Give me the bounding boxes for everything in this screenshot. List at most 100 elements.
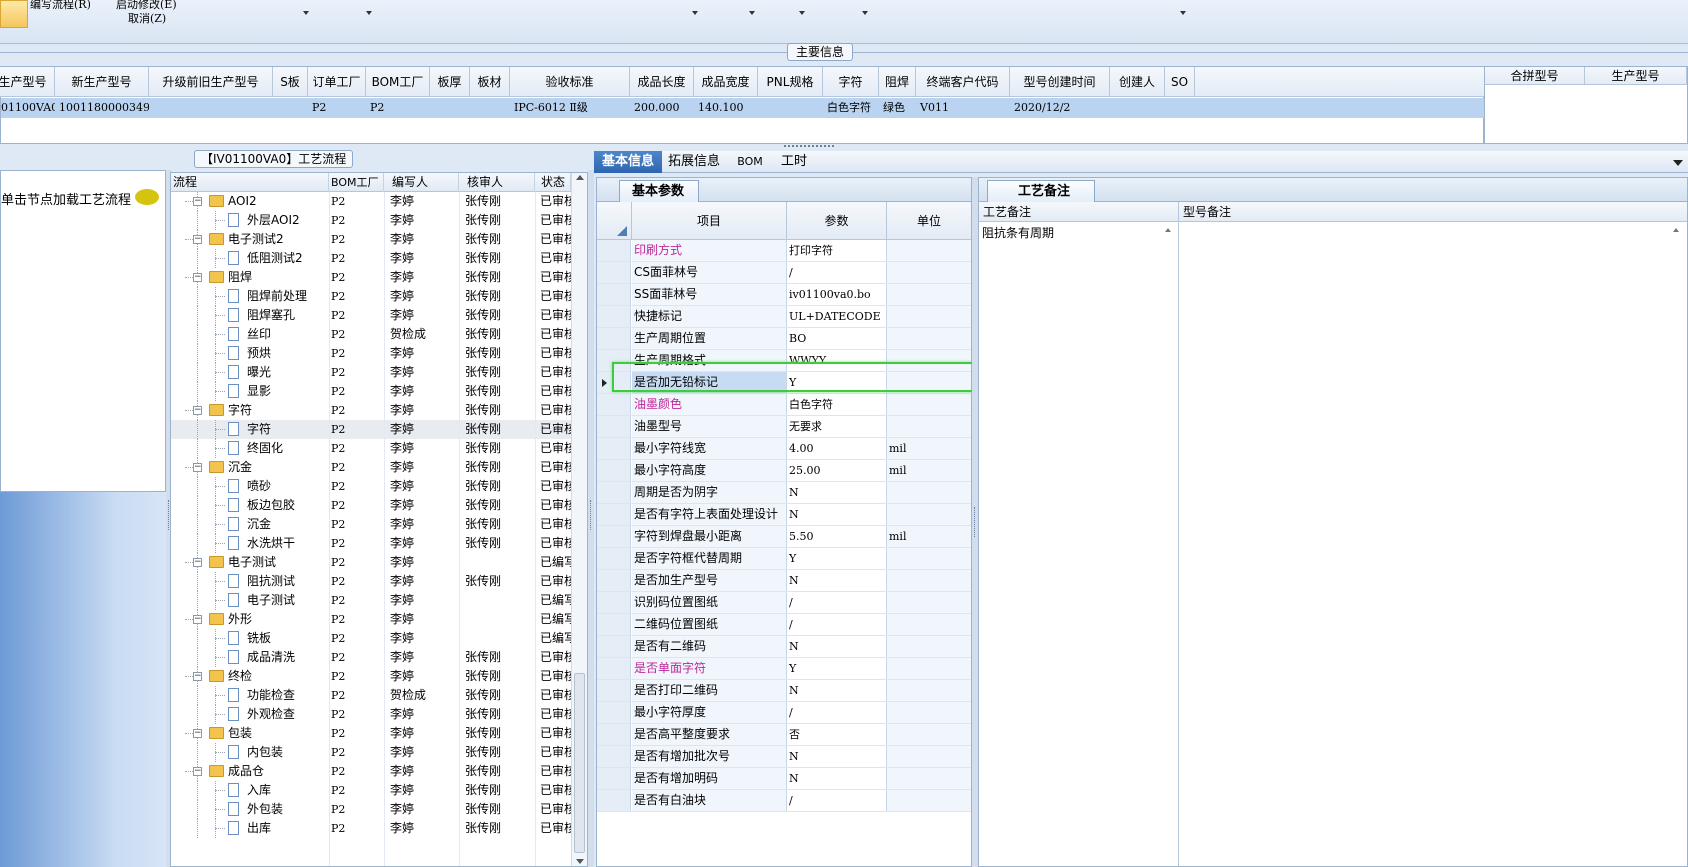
- chevron-down-icon[interactable]: [862, 11, 868, 15]
- tree-item-row[interactable]: 沉金 P2 李婷 张传刚 已审核: [171, 515, 571, 534]
- tab-basic-info[interactable]: 基本信息: [594, 151, 662, 173]
- tree-group-row[interactable]: − 字符 P2 李婷 张传刚 已审核: [171, 401, 571, 420]
- chevron-down-icon[interactable]: [799, 11, 805, 15]
- tab-extended-info[interactable]: 拓展信息: [664, 151, 724, 173]
- tree-group-row[interactable]: − 成品仓 P2 李婷 张传刚 已审核: [171, 762, 571, 781]
- param-row[interactable]: 是否高平整度要求否: [597, 724, 971, 746]
- param-value[interactable]: Y: [787, 548, 887, 569]
- tree-group-row[interactable]: − AOI2 P2 李婷 张传刚 已审核: [171, 192, 571, 211]
- tree-item-row[interactable]: 出库 P2 李婷 张传刚 已审核: [171, 819, 571, 838]
- tab-basic-params[interactable]: 基本参数: [619, 180, 700, 202]
- menu-cancel[interactable]: 取消(Z): [128, 10, 166, 26]
- row-header[interactable]: [597, 306, 631, 327]
- param-value[interactable]: N: [787, 636, 887, 657]
- param-row[interactable]: 识别码位置图纸 /: [597, 592, 971, 614]
- collapse-icon[interactable]: −: [193, 558, 202, 567]
- tree-group-row[interactable]: − 包装 P2 李婷 张传刚 已审核: [171, 724, 571, 743]
- row-header[interactable]: [597, 636, 631, 657]
- tree-item-row[interactable]: 入库 P2 李婷 张传刚 已审核: [171, 781, 571, 800]
- column-header-prod-model[interactable]: 生产型号: [1585, 67, 1687, 85]
- column-header[interactable]: 型号创建时间: [1010, 67, 1110, 97]
- chevron-down-icon[interactable]: [749, 11, 755, 15]
- chevron-down-icon[interactable]: [366, 11, 372, 15]
- row-header[interactable]: [597, 416, 631, 437]
- toolbar-icon[interactable]: [0, 0, 28, 28]
- table-cell[interactable]: 200.000: [630, 98, 694, 118]
- param-row[interactable]: 二维码位置图纸 /: [597, 614, 971, 636]
- tree-item-row[interactable]: 字符 P2 李婷 张传刚 已审核: [171, 420, 571, 439]
- column-header[interactable]: S板: [273, 67, 308, 97]
- row-header[interactable]: [597, 768, 631, 789]
- comment-icon[interactable]: [135, 189, 159, 205]
- param-row[interactable]: 字符到焊盘最小距离 5.50 mil: [597, 526, 971, 548]
- tree-group-row[interactable]: − 电子测试 P2 李婷 已编写: [171, 553, 571, 572]
- collapse-icon[interactable]: −: [193, 767, 202, 776]
- column-header-unit[interactable]: 单位: [887, 202, 971, 240]
- tree-item-row[interactable]: 外层AOI2 P2 李婷 张传刚 已审核: [171, 211, 571, 230]
- param-value[interactable]: N: [787, 570, 887, 591]
- collapse-icon[interactable]: −: [193, 197, 202, 206]
- param-row[interactable]: 是否有白油块 /: [597, 790, 971, 812]
- tree-item-row[interactable]: 丝印 P2 贺检成 张传刚 已审核: [171, 325, 571, 344]
- param-row[interactable]: 生产周期位置 BO: [597, 328, 971, 350]
- column-header[interactable]: 字符: [823, 67, 879, 97]
- column-header[interactable]: 生产型号: [0, 67, 55, 97]
- column-header[interactable]: 板厚: [430, 67, 470, 97]
- select-all-corner[interactable]: [597, 202, 632, 240]
- param-row[interactable]: 是否有增加明码 N: [597, 768, 971, 790]
- column-header[interactable]: 成品长度: [630, 67, 694, 97]
- param-row[interactable]: SS面菲林号 iv01100va0.bo: [597, 284, 971, 306]
- column-header-flow[interactable]: 流程: [171, 173, 329, 192]
- tree-item-row[interactable]: 显影 P2 李婷 张传刚 已审核: [171, 382, 571, 401]
- param-row[interactable]: 最小字符高度 25.00 mil: [597, 460, 971, 482]
- tab-process-remarks[interactable]: 工艺备注: [987, 180, 1096, 202]
- collapse-icon[interactable]: −: [193, 406, 202, 415]
- table-cell[interactable]: IPC-6012 Ⅱ级: [510, 98, 630, 118]
- param-row[interactable]: 是否有字符上表面处理设计 N: [597, 504, 971, 526]
- splitter[interactable]: [588, 170, 594, 867]
- param-row[interactable]: 是否有二维码 N: [597, 636, 971, 658]
- tree-group-row[interactable]: − 终检 P2 李婷 张传刚 已审核: [171, 667, 571, 686]
- model-note-field[interactable]: [1179, 222, 1687, 866]
- table-cell[interactable]: [1110, 98, 1165, 118]
- scrollbar[interactable]: [571, 173, 587, 866]
- collapse-icon[interactable]: −: [193, 615, 202, 624]
- tree-item-row[interactable]: 终固化 P2 李婷 张传刚 已审核: [171, 439, 571, 458]
- column-header-process-note[interactable]: 工艺备注: [979, 202, 1179, 222]
- scroll-up-icon[interactable]: [576, 175, 584, 180]
- row-header[interactable]: [597, 460, 631, 481]
- tree-item-row[interactable]: 外包装 P2 李婷 张传刚 已审核: [171, 800, 571, 819]
- column-header-bom[interactable]: BOM工厂: [329, 173, 384, 192]
- collapse-icon[interactable]: −: [193, 273, 202, 282]
- param-value[interactable]: /: [787, 614, 887, 635]
- row-header[interactable]: [597, 526, 631, 547]
- param-row[interactable]: 印刷方式 打印字符: [597, 240, 971, 262]
- param-value[interactable]: 否: [787, 724, 887, 745]
- table-cell[interactable]: 绿色: [879, 98, 916, 118]
- tree-item-row[interactable]: 阻抗测试 P2 李婷 张传刚 已审核: [171, 572, 571, 591]
- row-header[interactable]: [597, 614, 631, 635]
- column-header-writer[interactable]: 编写人: [384, 173, 459, 192]
- table-cell[interactable]: P2: [308, 98, 366, 118]
- process-note-field[interactable]: 阻抗条有周期: [979, 222, 1179, 866]
- column-header-merge[interactable]: 合拼型号: [1485, 67, 1585, 85]
- table-cell[interactable]: [1165, 98, 1195, 118]
- row-header[interactable]: [597, 262, 631, 283]
- param-value[interactable]: /: [787, 592, 887, 613]
- tree-item-row[interactable]: 板边包胶 P2 李婷 张传刚 已审核: [171, 496, 571, 515]
- row-header[interactable]: [597, 504, 631, 525]
- collapse-icon[interactable]: −: [193, 672, 202, 681]
- tree-group-row[interactable]: − 电子测试2 P2 李婷 张传刚 已审核: [171, 230, 571, 249]
- scroll-down-icon[interactable]: [576, 859, 584, 864]
- table-cell[interactable]: 2020/12/2: [1010, 98, 1110, 118]
- param-row[interactable]: 是否加生产型号 N: [597, 570, 971, 592]
- row-header[interactable]: [597, 394, 631, 415]
- row-header[interactable]: [597, 702, 631, 723]
- table-cell[interactable]: 01100VA0: [0, 98, 55, 118]
- param-value[interactable]: Y: [787, 658, 887, 679]
- param-value[interactable]: /: [787, 702, 887, 723]
- tree-item-row[interactable]: 预烘 P2 李婷 张传刚 已审核: [171, 344, 571, 363]
- param-value[interactable]: /: [787, 262, 887, 283]
- param-row[interactable]: 是否有增加批次号 N: [597, 746, 971, 768]
- tab-work-hours[interactable]: 工时: [774, 151, 814, 173]
